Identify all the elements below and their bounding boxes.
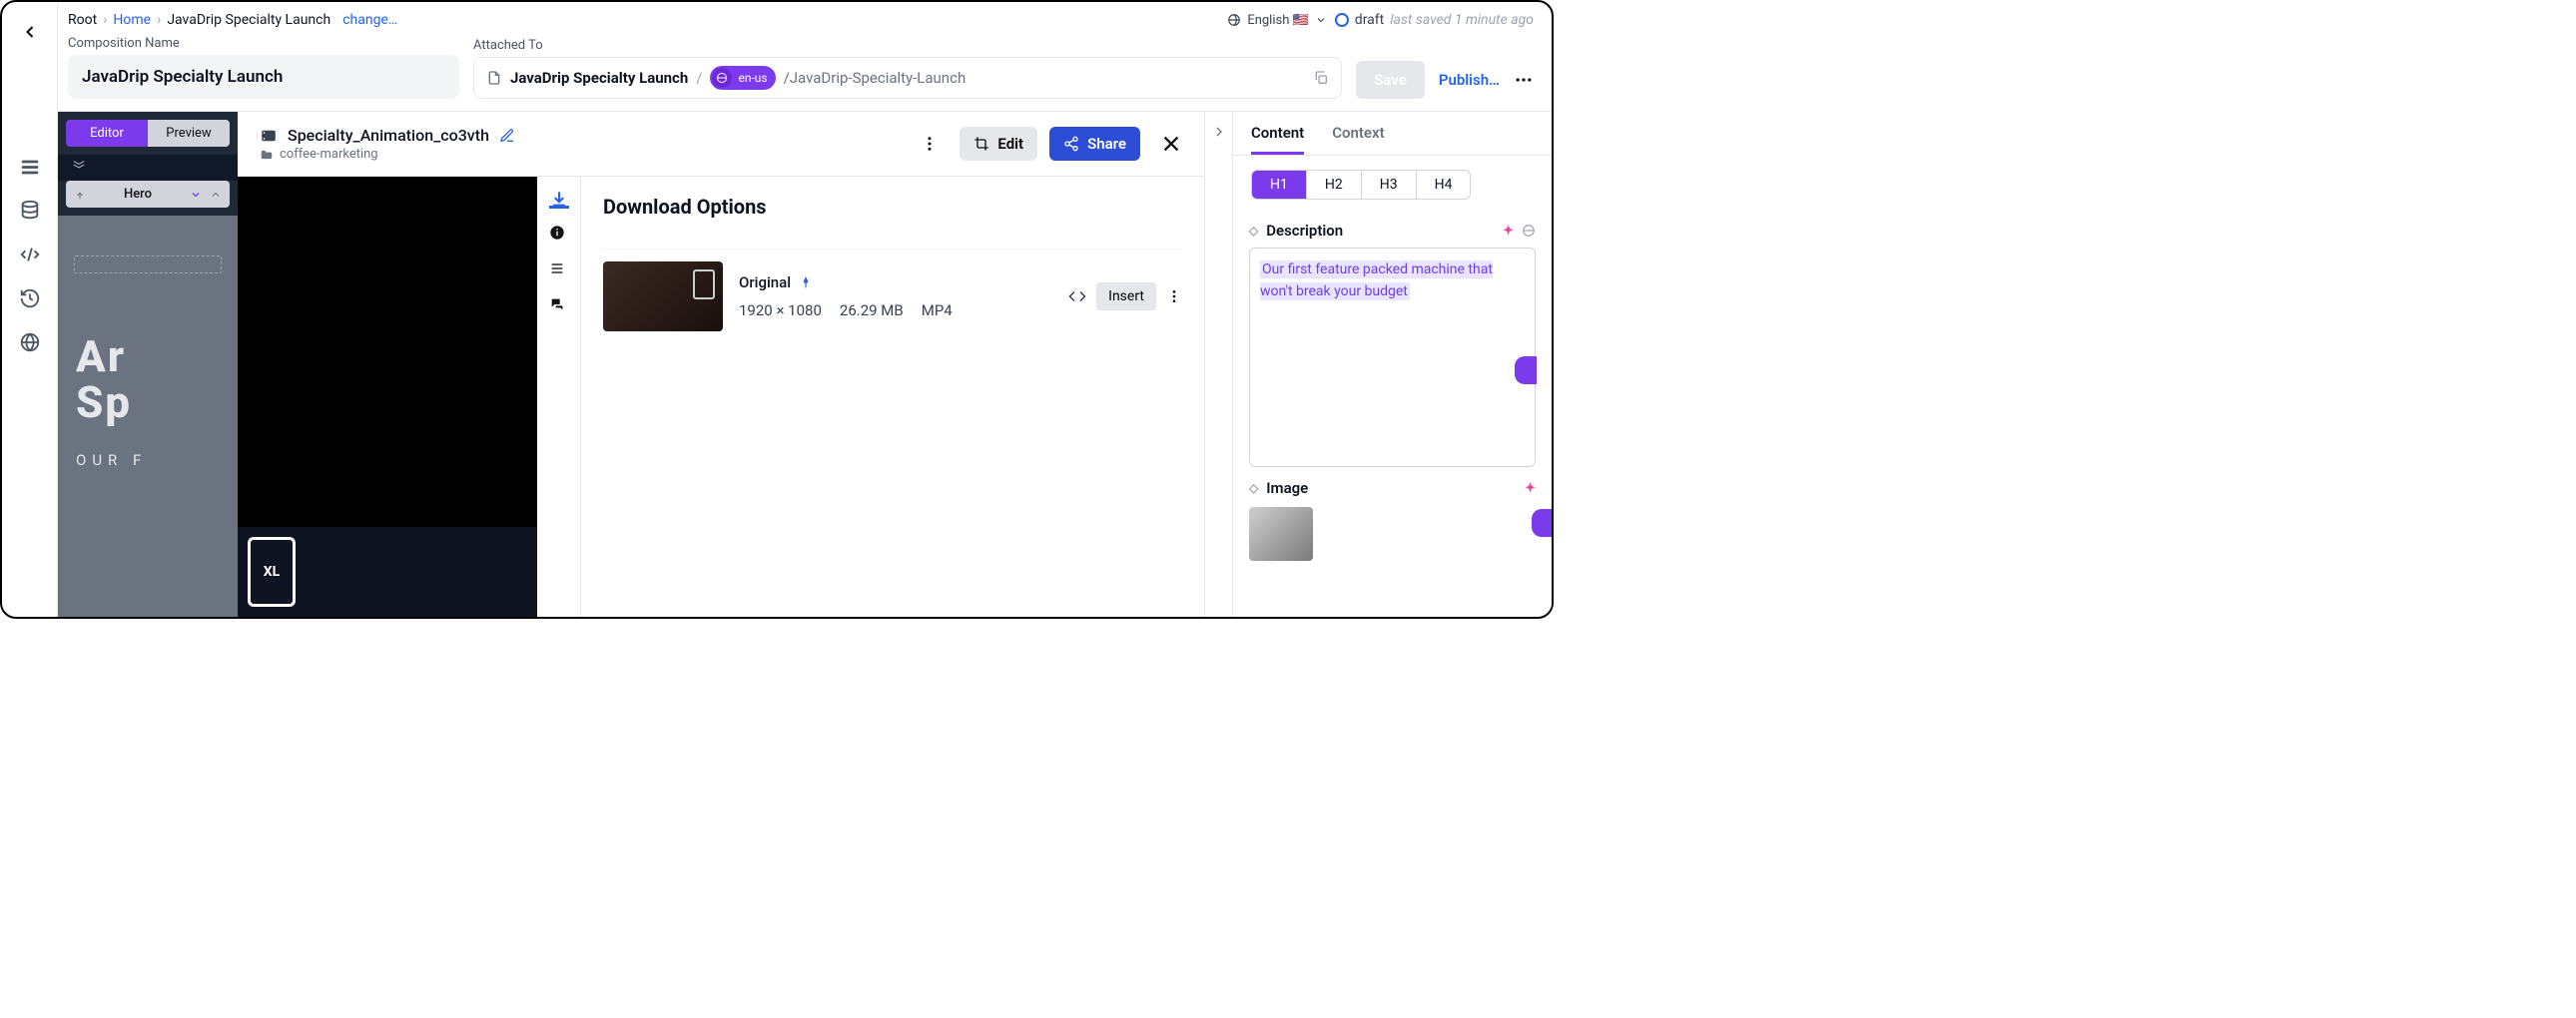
download-options-title: Download Options — [603, 195, 1182, 219]
magic-wand-icon[interactable]: ✦ — [1503, 224, 1514, 239]
image-label: Image — [1266, 479, 1308, 497]
locale-pill-label: en-us — [738, 71, 767, 85]
history-icon[interactable] — [19, 287, 41, 309]
diamond-icon: ◇ — [1249, 481, 1258, 495]
download-variant-row: Original 1920 × 1080 26.29 MB MP4 — [603, 249, 1182, 343]
chevron-right-icon: › — [103, 12, 107, 28]
description-input[interactable]: Our first feature packed machine that wo… — [1249, 248, 1536, 467]
asset-more-button[interactable] — [912, 126, 948, 162]
editor-canvas[interactable]: ArSp OUR F — [58, 216, 238, 617]
edit-button[interactable]: Edit — [960, 127, 1037, 161]
layers-icon[interactable] — [19, 156, 41, 178]
heading-level-group: H1 H2 H3 H4 — [1251, 170, 1471, 200]
more-button[interactable] — [1514, 70, 1534, 90]
copy-icon[interactable] — [1313, 70, 1329, 86]
canvas-subline: OUR F — [58, 425, 238, 469]
topbar: Root › Home › JavaDrip Specialty Launch … — [58, 2, 1552, 28]
asset-panel: Specialty_Animation_co3vth coffee-market… — [238, 112, 1204, 617]
attached-doc-name: JavaDrip Specialty Launch — [510, 69, 688, 87]
crop-icon — [973, 136, 989, 152]
video-preview[interactable]: XL — [238, 177, 537, 617]
locale-pill: en-us — [710, 66, 775, 90]
locale-label: English 🇺🇸 — [1247, 13, 1308, 28]
tab-editor[interactable]: Editor — [66, 120, 148, 147]
tab-context[interactable]: Context — [1332, 124, 1384, 155]
globe-icon[interactable] — [19, 331, 41, 353]
info-tab-icon[interactable] — [549, 225, 569, 245]
stack-icon — [70, 158, 88, 172]
overlay-badge: XL — [248, 537, 296, 607]
breadcrumb-change[interactable]: change… — [342, 12, 397, 28]
database-icon[interactable] — [19, 200, 41, 222]
breadcrumb-current: JavaDrip Specialty Launch — [167, 12, 330, 28]
attached-to-label: Attached To — [473, 38, 1342, 53]
description-text: Our first feature packed machine that wo… — [1260, 260, 1493, 300]
breadcrumb-root: Root — [68, 12, 97, 28]
variant-thumbnail[interactable] — [603, 261, 723, 331]
document-icon — [486, 70, 502, 86]
attached-to-field[interactable]: JavaDrip Specialty Launch / en-us /JavaD… — [473, 57, 1342, 99]
side-handle-icon[interactable] — [1532, 509, 1554, 537]
status-badge: draft last saved 1 minute ago — [1335, 12, 1534, 28]
share-button[interactable]: Share — [1049, 127, 1140, 161]
side-handle-icon[interactable] — [1515, 356, 1537, 384]
component-name: Hero — [94, 187, 182, 202]
insert-button[interactable]: Insert — [1096, 282, 1156, 310]
asset-folder: coffee-marketing — [280, 147, 378, 162]
list-tab-icon[interactable] — [549, 260, 569, 280]
status-saved: last saved 1 minute ago — [1390, 12, 1534, 28]
pin-icon[interactable] — [799, 275, 813, 289]
chevron-down-icon[interactable] — [190, 189, 202, 201]
image-thumbnail[interactable] — [1249, 507, 1313, 561]
tab-preview[interactable]: Preview — [148, 120, 230, 147]
folder-icon — [260, 148, 274, 162]
collapse-panel-button[interactable] — [1204, 112, 1232, 617]
heading-h1[interactable]: H1 — [1252, 171, 1307, 199]
comments-tab-icon[interactable] — [549, 296, 569, 316]
composition-name-input[interactable] — [68, 55, 459, 99]
embed-code-icon[interactable] — [1068, 287, 1086, 305]
variant-format: MP4 — [922, 301, 953, 319]
variant-name: Original — [739, 273, 791, 291]
variant-size: 26.29 MB — [840, 301, 904, 319]
video-icon — [260, 127, 278, 145]
rename-icon[interactable] — [499, 128, 515, 144]
composition-name-label: Composition Name — [68, 36, 459, 51]
diamond-icon: ◇ — [1249, 224, 1258, 238]
localize-icon[interactable] — [1522, 224, 1536, 238]
variant-dimensions: 1920 × 1080 — [739, 301, 822, 319]
locale-selector[interactable]: English 🇺🇸 — [1227, 13, 1326, 28]
description-label: Description — [1266, 222, 1343, 240]
status-circle-icon — [1335, 13, 1349, 27]
heading-h4[interactable]: H4 — [1417, 171, 1471, 199]
back-button[interactable] — [20, 22, 40, 42]
close-icon[interactable] — [1160, 133, 1182, 155]
chevron-up-icon[interactable] — [210, 189, 222, 201]
canvas-headline: ArSp — [58, 313, 238, 425]
upload-icon — [74, 189, 86, 201]
asset-title: Specialty_Animation_co3vth — [288, 126, 489, 145]
variant-more-icon[interactable] — [1166, 288, 1182, 304]
save-button[interactable]: Save — [1356, 61, 1425, 99]
heading-h3[interactable]: H3 — [1362, 171, 1417, 199]
attached-slug: /JavaDrip-Specialty-Launch — [784, 69, 966, 87]
drop-zone[interactable] — [74, 255, 222, 273]
editor-strip: Editor Preview Hero ArSp — [58, 112, 238, 617]
breadcrumb-home[interactable]: Home — [113, 12, 151, 28]
properties-panel: Content Context H1 H2 H3 H4 ◇ Descriptio… — [1232, 112, 1552, 617]
chevron-right-icon: › — [157, 12, 161, 28]
publish-button[interactable]: Publish… — [1439, 71, 1500, 89]
heading-h2[interactable]: H2 — [1307, 171, 1362, 199]
mode-tabs: Editor Preview — [58, 112, 238, 155]
tab-content[interactable]: Content — [1251, 124, 1304, 155]
magic-wand-icon[interactable]: ✦ — [1525, 481, 1536, 496]
code-icon[interactable] — [19, 244, 41, 265]
share-icon — [1063, 136, 1079, 152]
asset-side-rail — [537, 177, 581, 617]
status-state: draft — [1355, 12, 1384, 28]
component-selector[interactable]: Hero — [66, 181, 230, 208]
breadcrumb: Root › Home › JavaDrip Specialty Launch … — [68, 12, 397, 28]
nav-rail — [2, 2, 58, 617]
download-tab-icon[interactable] — [549, 189, 569, 209]
